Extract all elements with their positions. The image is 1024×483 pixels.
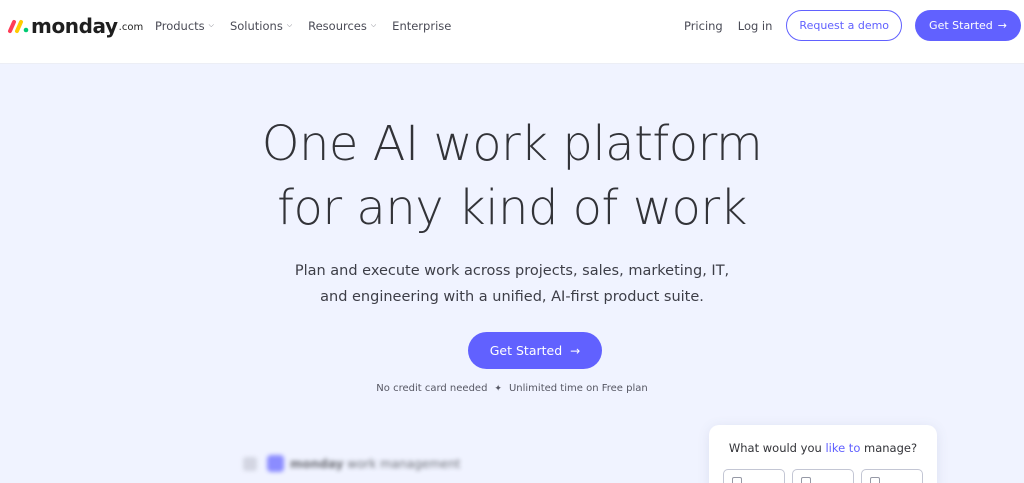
hero-get-started-button[interactable]: Get Started → [468, 332, 602, 369]
no-credit-card-note: No credit card needed [376, 383, 488, 394]
header-get-started-button[interactable]: Get Started → [915, 10, 1021, 41]
manage-option-1[interactable] [723, 469, 785, 483]
preview-app-icon [267, 455, 284, 472]
nav-enterprise-label: Enterprise [392, 19, 452, 33]
top-navbar: monday .com Products ⌵ Solutions ⌵ Resou… [0, 0, 1024, 64]
manage-question-text-start: What would you [728, 441, 826, 455]
pricing-link[interactable]: Pricing [684, 19, 723, 33]
product-preview-header: monday work management [243, 455, 461, 472]
nav-solutions-label: Solutions [229, 19, 283, 33]
nav-resources[interactable]: Resources ⌵ [308, 19, 376, 33]
sparkle-icon: ✦ [494, 383, 502, 394]
hero-note: No credit card needed ✦ Unlimited time o… [0, 383, 1024, 394]
manage-option-3[interactable] [861, 469, 923, 483]
logo-wordmark: monday [31, 14, 118, 38]
main-nav: Products ⌵ Solutions ⌵ Resources ⌵ Enter… [155, 17, 467, 35]
checkbox-icon [732, 477, 742, 483]
hero-title: One AI work platform for any kind of wor… [0, 112, 1024, 240]
chevron-down-icon: ⌵ [208, 20, 214, 29]
free-plan-note: Unlimited time on Free plan [508, 383, 648, 394]
nav-resources-label: Resources [308, 19, 367, 33]
checkbox-icon [801, 477, 811, 483]
preview-product-name: monday work management [290, 457, 461, 471]
hero-subtitle-line-1: Plan and execute work across projects, s… [294, 263, 730, 279]
login-link[interactable]: Log in [738, 19, 773, 33]
checkbox-icon [870, 477, 880, 483]
request-demo-label: Request a demo [799, 19, 890, 32]
arrow-right-icon: → [570, 343, 581, 358]
arrow-right-icon: → [997, 19, 1007, 32]
hero-subtitle-line-2: and engineering with a unified, AI-first… [320, 289, 704, 305]
nav-actions: Pricing Log in Request a demo Get Starte… [684, 10, 1021, 41]
monday-logo-mark-icon [8, 20, 29, 33]
request-demo-button[interactable]: Request a demo [786, 10, 903, 41]
chevron-down-icon: ⌵ [286, 20, 293, 29]
nav-products-label: Products [155, 19, 205, 33]
nav-enterprise[interactable]: Enterprise [392, 19, 451, 33]
nav-solutions[interactable]: Solutions ⌵ [230, 19, 292, 33]
monday-logo[interactable]: monday .com [7, 13, 143, 37]
hero-get-started-label: Get Started [489, 343, 563, 358]
manage-question-card: What would you like to manage? [709, 425, 937, 483]
manage-question-highlight: like to [825, 441, 861, 455]
manage-question: What would you like to manage? [709, 441, 937, 455]
logo-suffix: .com [118, 22, 144, 33]
nav-products[interactable]: Products ⌵ [155, 19, 214, 33]
preview-brand: monday [290, 456, 344, 471]
header-get-started-label: Get Started [929, 19, 993, 32]
hero-title-line-1: One AI work platform [261, 116, 763, 172]
hero-subtitle: Plan and execute work across projects, s… [0, 258, 1024, 310]
chevron-down-icon: ⌵ [370, 20, 377, 29]
hero-title-line-2: for any kind of work [277, 180, 747, 236]
preview-checkbox-icon [243, 456, 257, 471]
preview-product: work management [347, 456, 461, 471]
manage-option-2[interactable] [792, 469, 854, 483]
manage-question-text-end: manage? [860, 441, 918, 455]
